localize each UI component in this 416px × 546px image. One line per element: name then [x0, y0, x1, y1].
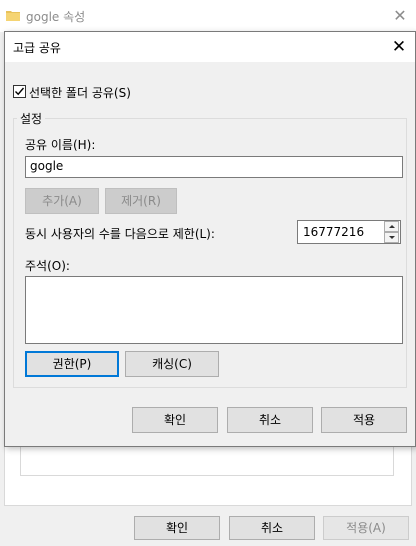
checkmark-icon — [15, 87, 25, 96]
permissions-button[interactable]: 권한(P) — [25, 351, 119, 377]
spinner-buttons — [384, 221, 400, 243]
user-limit-value: 16777216 — [303, 225, 365, 239]
share-folder-label: 선택한 폴더 공유(S) — [29, 86, 131, 100]
caching-button[interactable]: 캐싱(C) — [125, 351, 219, 377]
share-folder-checkbox[interactable] — [13, 85, 26, 98]
dialog-titlebar: 고급 공유 ✕ — [5, 32, 415, 62]
properties-close-icon[interactable]: ✕ — [384, 2, 416, 30]
dialog-ok-button[interactable]: 확인 — [132, 407, 218, 433]
user-limit-spinner[interactable]: 16777216 — [297, 220, 401, 244]
share-name-label: 공유 이름(H): — [25, 138, 96, 152]
dialog-apply-button[interactable]: 적용 — [321, 407, 407, 433]
dialog-close-icon[interactable]: ✕ — [383, 32, 415, 62]
properties-titlebar: gogle 속성 ✕ — [0, 0, 416, 32]
share-name-value: gogle — [30, 159, 64, 173]
properties-cancel-button[interactable]: 취소 — [229, 516, 315, 540]
properties-ok-button[interactable]: 확인 — [134, 516, 220, 540]
add-share-button[interactable]: 추가(A) — [25, 188, 99, 214]
dialog-cancel-button[interactable]: 취소 — [227, 407, 313, 433]
dialog-title: 고급 공유 — [13, 41, 61, 55]
properties-apply-button[interactable]: 적용(A) — [323, 516, 409, 540]
comment-textarea[interactable] — [25, 276, 403, 344]
remove-share-button[interactable]: 제거(R) — [105, 188, 177, 214]
user-limit-label: 동시 사용자의 수를 다음으로 제한(L): — [25, 227, 215, 241]
settings-legend: 설정 — [17, 110, 46, 127]
properties-note-box — [20, 446, 394, 476]
properties-title: gogle 속성 — [26, 10, 86, 24]
advanced-sharing-dialog: 고급 공유 ✕ 선택한 폴더 공유(S) 설정 공유 이름(H): gogle … — [4, 31, 416, 447]
folder-icon — [6, 10, 20, 21]
spinner-up-icon[interactable] — [384, 221, 399, 232]
comment-label: 주석(O): — [25, 259, 70, 273]
spinner-down-icon[interactable] — [384, 232, 399, 243]
share-name-input[interactable]: gogle — [25, 156, 403, 178]
